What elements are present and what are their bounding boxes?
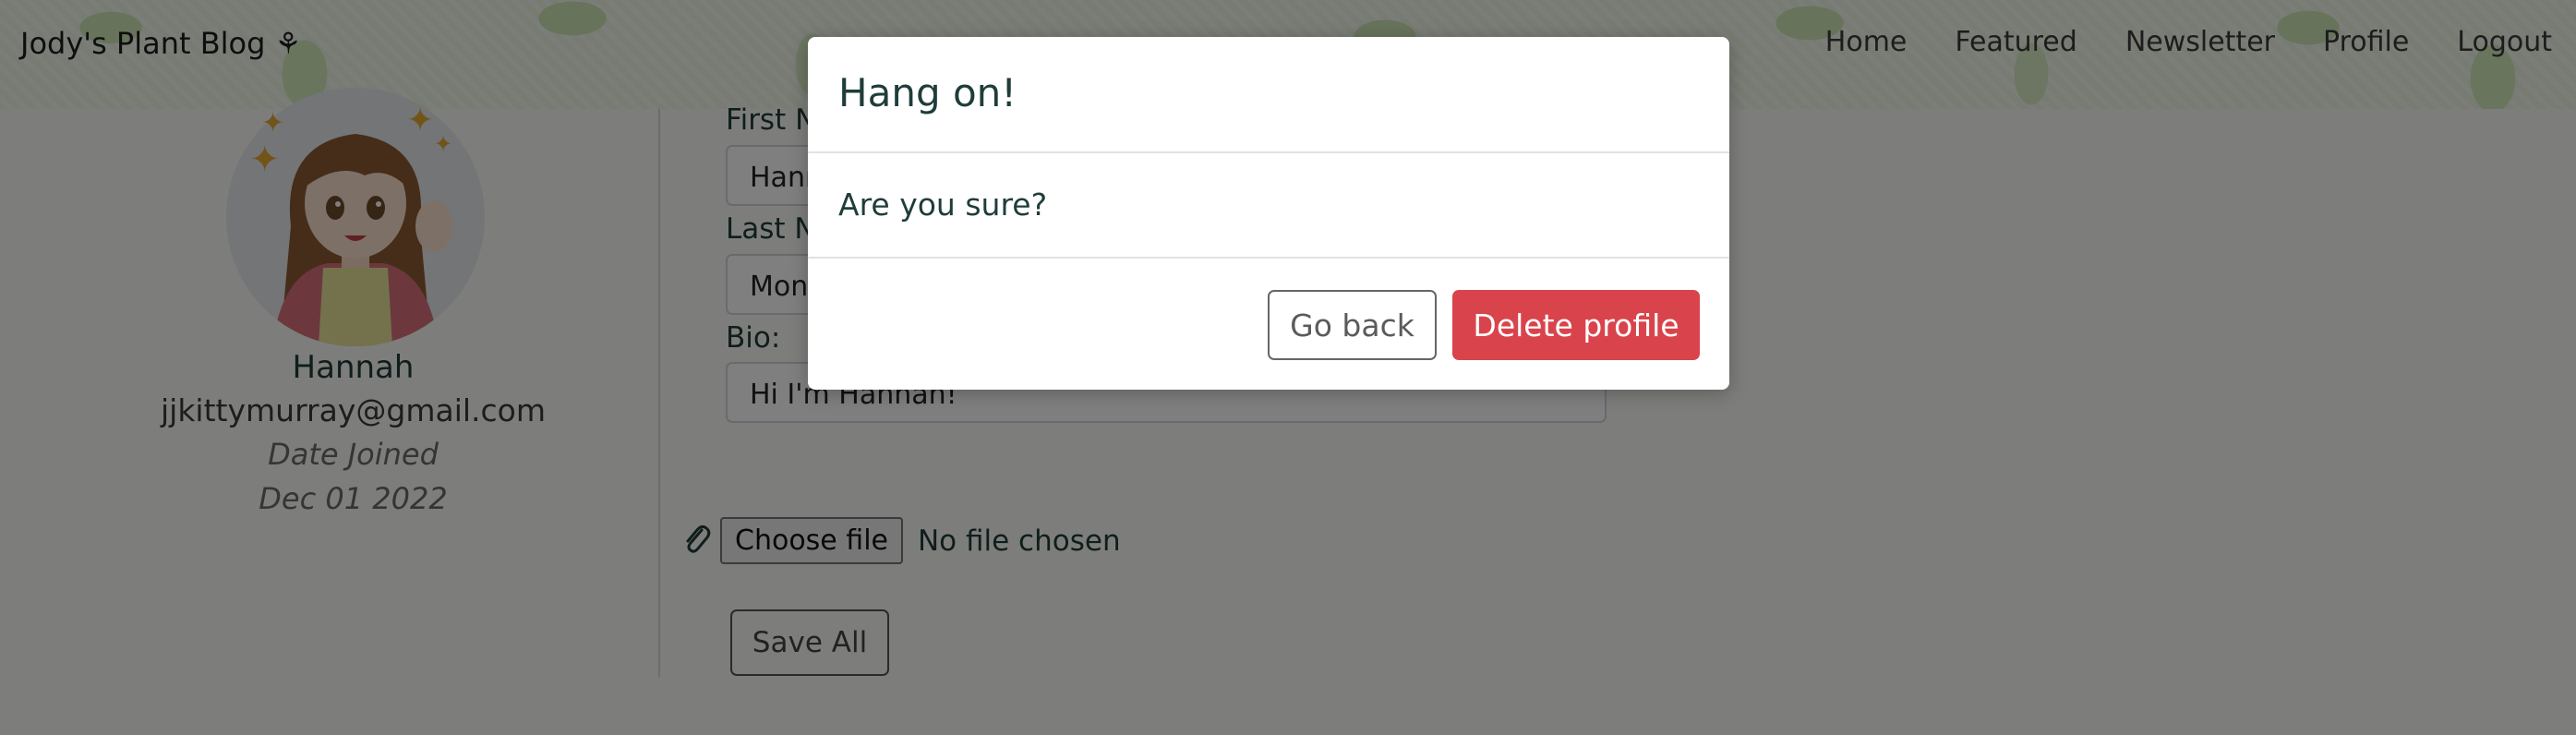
go-back-button[interactable]: Go back [1268, 290, 1437, 360]
confirm-modal: Hang on! Are you sure? Go back Delete pr… [808, 37, 1729, 390]
modal-header: Hang on! [808, 37, 1729, 153]
delete-profile-button[interactable]: Delete profile [1452, 290, 1700, 360]
modal-message: Are you sure? [838, 187, 1048, 223]
modal-title: Hang on! [838, 70, 1017, 115]
modal-body: Are you sure? [808, 153, 1729, 259]
